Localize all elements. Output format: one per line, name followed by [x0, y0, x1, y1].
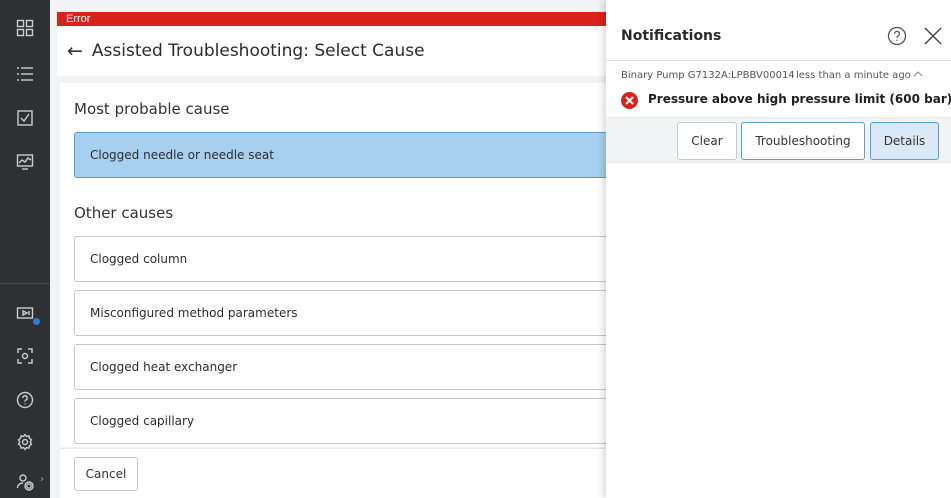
help-icon[interactable] [887, 26, 907, 46]
divider [606, 60, 951, 61]
checkbox-icon[interactable] [13, 106, 37, 130]
notification-message: Pressure above high pressure limit (600 … [648, 92, 951, 106]
user-settings-icon[interactable] [13, 470, 37, 494]
most-probable-heading: Most probable cause [74, 100, 230, 118]
cause-option[interactable]: Misconfigured method parameters [74, 290, 606, 336]
chevron-right-icon[interactable]: › [40, 474, 44, 485]
footer: Cancel [60, 448, 606, 498]
page-header: ← Assisted Troubleshooting: Select Cause [57, 26, 606, 76]
cause-option[interactable]: Clogged heat exchanger [74, 344, 606, 390]
troubleshooting-button[interactable]: Troubleshooting [741, 122, 865, 160]
settings-icon[interactable] [13, 430, 37, 454]
notification-time: less than a minute ago [796, 70, 911, 81]
focus-icon[interactable] [13, 344, 37, 368]
grid-icon[interactable] [13, 16, 37, 40]
sidebar: › [0, 0, 50, 498]
page-title: Assisted Troubleshooting: Select Cause [91, 41, 425, 61]
notification-dot [33, 318, 40, 325]
error-icon [621, 92, 638, 109]
sidebar-divider [0, 283, 50, 284]
cause-list: Most probable cause Clogged needle or ne… [60, 83, 606, 447]
monitor-chart-icon[interactable] [13, 150, 37, 174]
details-button[interactable]: Details [870, 122, 939, 160]
other-causes-heading: Other causes [74, 204, 174, 222]
cause-option-selected[interactable]: Clogged needle or needle seat [74, 132, 606, 178]
notification-source: Binary Pump G7132A:LPBBV00014 [621, 70, 795, 81]
clear-button[interactable]: Clear [677, 122, 737, 160]
help-icon[interactable] [13, 388, 37, 412]
close-icon[interactable] [922, 25, 944, 47]
notifications-title: Notifications [621, 28, 722, 44]
cause-option[interactable]: Clogged capillary [74, 398, 606, 444]
list-icon[interactable] [13, 62, 37, 86]
cause-option[interactable]: Clogged column [74, 236, 606, 282]
cancel-button[interactable]: Cancel [74, 457, 138, 491]
chevron-up-icon[interactable] [912, 68, 924, 80]
notifications-panel: Notifications Binary Pump G7132A:LPBBV00… [606, 0, 951, 498]
error-banner: Error [57, 12, 606, 26]
arrow-left-icon[interactable]: ← [67, 40, 83, 62]
notification-actions: Clear Troubleshooting Details [606, 117, 951, 163]
main-area: Error ← Assisted Troubleshooting: Select… [50, 0, 606, 498]
